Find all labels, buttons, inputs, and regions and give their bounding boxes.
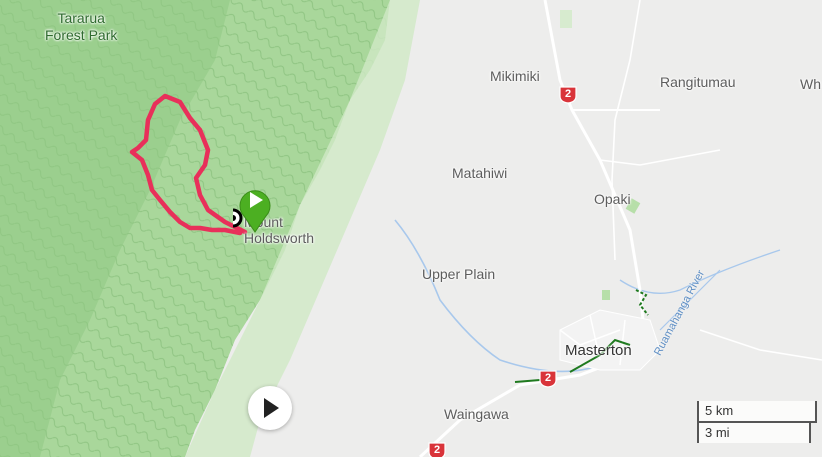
play-button[interactable] <box>248 386 292 430</box>
place-label-opaki: Opaki <box>594 191 631 207</box>
play-icon <box>264 398 279 418</box>
highway-shield: 2 <box>539 370 557 388</box>
map-view[interactable]: Tararua Forest Park Mikimiki Rangitumau … <box>0 0 822 457</box>
place-label-matahiwi: Matahiwi <box>452 165 508 181</box>
map-base-layer <box>0 0 822 457</box>
place-label-masterton: Masterton <box>565 342 632 359</box>
highway-shield: 2 <box>559 86 577 104</box>
place-label-mikimiki: Mikimiki <box>490 68 540 84</box>
park-label: Tararua Forest Park <box>45 10 118 43</box>
scale-mi: 3 mi <box>697 423 811 443</box>
highway-shield: 2 <box>428 442 446 457</box>
place-label-waingawa: Waingawa <box>444 406 509 422</box>
scale-km: 5 km <box>697 401 817 423</box>
scale-bar: 5 km 3 mi <box>697 401 817 445</box>
place-label-wh: Wh <box>800 76 821 92</box>
place-label-rangitumau: Rangitumau <box>660 74 736 90</box>
place-label-upper-plain: Upper Plain <box>422 266 496 282</box>
start-marker-icon[interactable] <box>223 180 277 234</box>
